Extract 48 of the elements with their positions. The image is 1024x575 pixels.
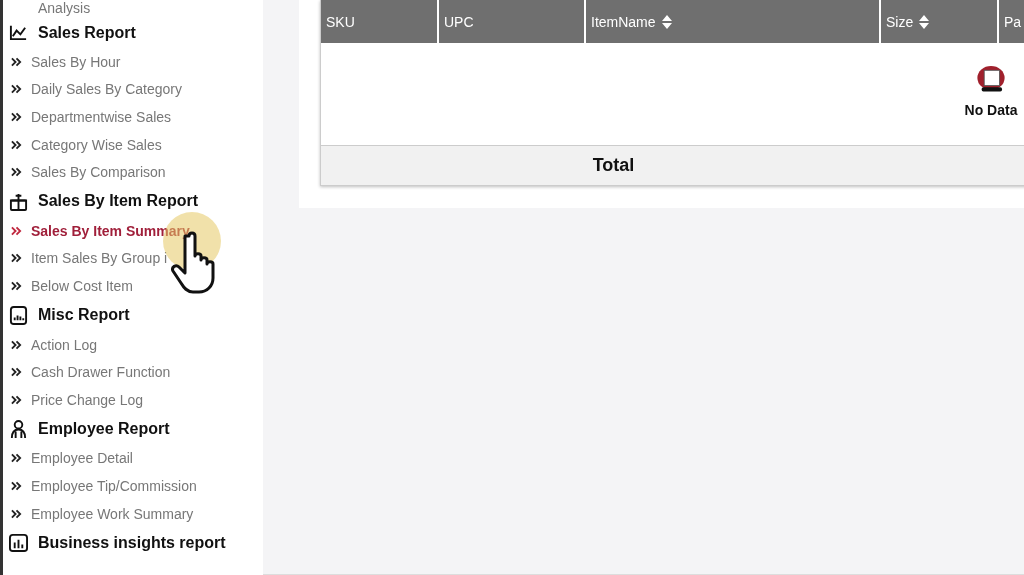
double-chevron-icon xyxy=(11,167,22,178)
person-icon xyxy=(9,419,28,439)
column-header[interactable]: Size xyxy=(881,0,999,43)
sidebar-item[interactable]: Daily Sales By Category xyxy=(9,75,263,104)
sidebar-item[interactable]: Employee Tip/Commission xyxy=(9,472,263,500)
section-heading[interactable]: Business insights report xyxy=(38,533,226,552)
sidebar-item[interactable]: Analysis xyxy=(9,0,263,17)
report-document-icon xyxy=(9,305,28,325)
double-chevron-icon xyxy=(11,225,22,236)
column-header: UPC xyxy=(439,0,586,43)
sidebar-item[interactable]: Action Log xyxy=(9,330,263,359)
section-heading[interactable]: Sales By Item Report xyxy=(38,192,199,211)
section-heading[interactable]: Misc Report xyxy=(38,306,130,325)
total-label: Total xyxy=(591,155,636,176)
double-chevron-icon xyxy=(11,367,22,378)
sidebar-item[interactable]: Departmentwise Sales xyxy=(9,103,263,131)
column-header[interactable]: ItemName xyxy=(586,0,881,43)
gift-icon xyxy=(9,191,28,211)
double-chevron-icon xyxy=(11,84,22,95)
bar-chart-icon xyxy=(9,533,28,553)
sidebar-item[interactable]: Sales By Comparison xyxy=(9,158,263,186)
sidebar-item[interactable]: Below Cost Item xyxy=(9,272,263,300)
sidebar-item[interactable]: Employee Work Summary xyxy=(9,499,263,528)
sidebar-item[interactable]: Sales By Hour xyxy=(9,48,263,76)
double-chevron-icon xyxy=(11,112,22,122)
column-header: Pa xyxy=(999,0,1024,43)
double-chevron-icon xyxy=(11,253,22,264)
line-chart-icon xyxy=(9,23,28,42)
sort-icon[interactable] xyxy=(661,14,672,29)
sidebar-item[interactable]: Price Change Log xyxy=(9,385,263,414)
sidebar-item[interactable]: Item Sales By Group i xyxy=(9,244,263,273)
double-chevron-icon xyxy=(11,339,22,350)
sidebar-item[interactable]: Category Wise Sales xyxy=(9,130,263,159)
column-header: SKU xyxy=(321,0,439,43)
sort-icon[interactable] xyxy=(919,14,930,29)
double-chevron-icon xyxy=(11,56,22,67)
section-heading[interactable]: Sales Report xyxy=(38,23,136,42)
sidebar-item[interactable]: Cash Drawer Function xyxy=(9,358,263,386)
sidebar-item[interactable]: Sales By Item Summary xyxy=(9,216,263,245)
double-chevron-icon xyxy=(11,480,22,491)
double-chevron-icon xyxy=(11,394,22,405)
sidebar-item[interactable]: Employee Detail xyxy=(9,444,263,473)
double-chevron-icon xyxy=(11,453,22,464)
double-chevron-icon xyxy=(11,139,22,150)
double-chevron-icon xyxy=(11,508,22,519)
empty-message: No Data xyxy=(964,102,1018,118)
double-chevron-icon xyxy=(11,280,22,291)
section-heading[interactable]: Employee Report xyxy=(38,420,170,439)
